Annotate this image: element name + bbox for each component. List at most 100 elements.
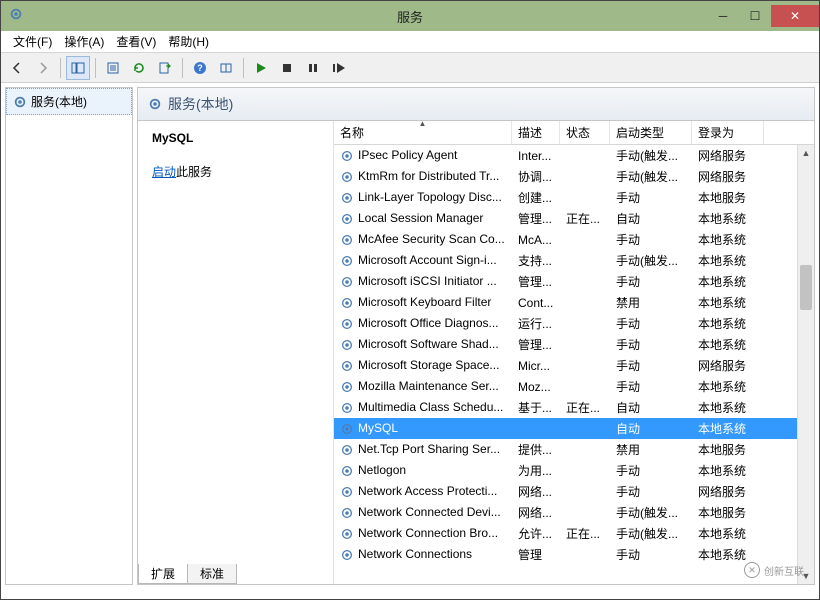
service-startup: 禁用 (610, 441, 692, 458)
service-row[interactable]: Microsoft Software Shad...管理...手动本地系统 (334, 334, 814, 355)
service-row[interactable]: Netlogon为用...手动本地系统 (334, 460, 814, 481)
properties-button[interactable] (101, 56, 125, 80)
service-name: Mozilla Maintenance Ser... (358, 379, 499, 393)
service-logon: 网络服务 (692, 147, 764, 164)
service-startup: 手动 (610, 231, 692, 248)
service-row[interactable]: McAfee Security Scan Co...McA...手动本地系统 (334, 229, 814, 250)
close-button[interactable]: ✕ (771, 5, 819, 27)
service-row[interactable]: Multimedia Class Schedu...基于...正在...自动本地… (334, 397, 814, 418)
service-name: Netlogon (358, 463, 406, 477)
service-row[interactable]: MySQL自动本地系统 (334, 418, 814, 439)
service-desc: 为用... (512, 462, 560, 479)
service-logon: 本地系统 (692, 399, 764, 416)
service-row[interactable]: Microsoft Keyboard Filter Cont... 禁用本地系统 (334, 292, 814, 313)
service-startup: 禁用 (610, 294, 692, 311)
titlebar: 服务 ─ ☐ ✕ (1, 1, 819, 31)
service-startup: 手动(触发... (610, 168, 692, 185)
service-startup: 自动 (610, 399, 692, 416)
show-hide-tree-button[interactable] (66, 56, 90, 80)
service-startup: 手动(触发... (610, 252, 692, 269)
service-desc: 基于... (512, 399, 560, 416)
service-desc: 管理 (512, 546, 560, 563)
col-logon[interactable]: 登录为 (692, 121, 764, 144)
start-service-button[interactable] (249, 56, 273, 80)
service-desc: 管理... (512, 336, 560, 353)
help-button[interactable]: ? (188, 56, 212, 80)
service-startup: 手动 (610, 483, 692, 500)
service-desc: 管理... (512, 273, 560, 290)
toolbar: ? (1, 53, 819, 83)
service-row[interactable]: Net.Tcp Port Sharing Ser...提供...禁用本地服务 (334, 439, 814, 460)
service-desc: 创建... (512, 189, 560, 206)
minimize-button[interactable]: ─ (707, 5, 739, 27)
service-startup: 手动 (610, 315, 692, 332)
service-name: Link-Layer Topology Disc... (358, 190, 502, 204)
scroll-up-icon[interactable]: ▲ (798, 145, 814, 161)
service-name: Network Connected Devi... (358, 505, 501, 519)
maximize-button[interactable]: ☐ (739, 5, 771, 27)
service-row[interactable]: Link-Layer Topology Disc...创建...手动本地服务 (334, 187, 814, 208)
menu-help[interactable]: 帮助(H) (162, 31, 215, 52)
service-startup: 手动 (610, 357, 692, 374)
service-logon: 网络服务 (692, 483, 764, 500)
service-logon: 本地服务 (692, 441, 764, 458)
service-row[interactable]: Network Connections管理手动本地系统 (334, 544, 814, 565)
scrollbar[interactable]: ▲ ▼ (797, 145, 814, 584)
right-pane: 服务(本地) MySQL 启动此服务 名称▲ 描述 状态 启动类型 登录为 IP… (137, 87, 815, 585)
service-name: Microsoft Keyboard Filter (358, 295, 491, 309)
forward-button[interactable] (31, 56, 55, 80)
service-row[interactable]: Local Session Manager管理...正在...自动本地系统 (334, 208, 814, 229)
service-logon: 本地系统 (692, 336, 764, 353)
service-name: McAfee Security Scan Co... (358, 232, 505, 246)
col-startup[interactable]: 启动类型 (610, 121, 692, 144)
service-startup: 手动(触发... (610, 147, 692, 164)
service-row[interactable]: KtmRm for Distributed Tr...协调...手动(触发...… (334, 166, 814, 187)
service-logon: 本地系统 (692, 378, 764, 395)
tree-pane: 服务(本地) (5, 87, 133, 585)
service-row[interactable]: Network Access Protecti...网络...手动网络服务 (334, 481, 814, 502)
col-name[interactable]: 名称▲ (334, 121, 512, 144)
toolbar-extra-button[interactable] (214, 56, 238, 80)
service-desc: 允许... (512, 525, 560, 542)
service-row[interactable]: Network Connected Devi...网络...手动(触发...本地… (334, 502, 814, 523)
service-row[interactable]: Mozilla Maintenance Ser...Moz...手动本地系统 (334, 376, 814, 397)
col-status[interactable]: 状态 (560, 121, 610, 144)
tree-node-services-local[interactable]: 服务(本地) (6, 88, 132, 115)
svg-text:?: ? (197, 63, 203, 73)
export-button[interactable] (153, 56, 177, 80)
sort-asc-icon: ▲ (419, 121, 427, 128)
tab-standard[interactable]: 标准 (187, 564, 237, 584)
service-row[interactable]: Microsoft iSCSI Initiator ...管理...手动本地系统 (334, 271, 814, 292)
col-desc[interactable]: 描述 (512, 121, 560, 144)
refresh-button[interactable] (127, 56, 151, 80)
scroll-thumb[interactable] (800, 265, 812, 310)
service-name: MySQL (358, 421, 398, 435)
menu-view[interactable]: 查看(V) (110, 31, 162, 52)
service-row[interactable]: Microsoft Account Sign-i...支持...手动(触发...… (334, 250, 814, 271)
watermark: ✕ 创新互联 (744, 562, 804, 578)
menu-action[interactable]: 操作(A) (58, 31, 110, 52)
watermark-icon: ✕ (744, 562, 760, 578)
service-startup: 手动(触发... (610, 504, 692, 521)
service-logon: 本地系统 (692, 294, 764, 311)
service-logon: 网络服务 (692, 357, 764, 374)
menu-file[interactable]: 文件(F) (7, 31, 58, 52)
service-row[interactable]: Network Connection Bro...允许...正在...手动(触发… (334, 523, 814, 544)
pause-service-button[interactable] (301, 56, 325, 80)
start-service-link[interactable]: 启动 (152, 165, 176, 179)
service-row[interactable]: Microsoft Storage Space...Micr...手动网络服务 (334, 355, 814, 376)
service-row[interactable]: IPsec Policy AgentInter...手动(触发...网络服务 (334, 145, 814, 166)
back-button[interactable] (5, 56, 29, 80)
stop-service-button[interactable] (275, 56, 299, 80)
restart-service-button[interactable] (327, 56, 351, 80)
service-name: Microsoft Storage Space... (358, 358, 499, 372)
list-header: 名称▲ 描述 状态 启动类型 登录为 (334, 121, 814, 145)
service-row[interactable]: Microsoft Office Diagnos...运行...手动本地系统 (334, 313, 814, 334)
tab-extended[interactable]: 扩展 (138, 564, 188, 584)
service-status: 正在... (560, 525, 610, 542)
service-logon: 本地系统 (692, 273, 764, 290)
service-desc: Cont... (512, 296, 560, 310)
app-icon (9, 7, 23, 26)
service-logon: 本地系统 (692, 252, 764, 269)
service-logon: 本地服务 (692, 189, 764, 206)
